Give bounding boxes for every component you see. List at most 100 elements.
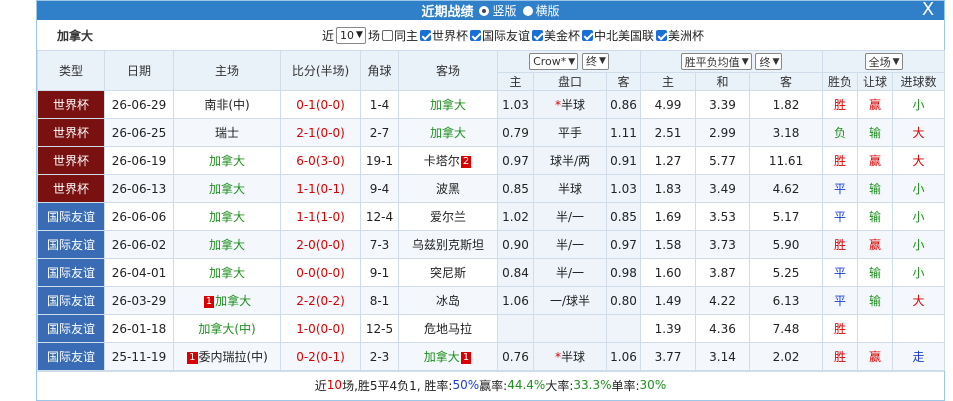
bookmaker-select[interactable]: Crow* ▼ xyxy=(529,53,579,71)
concacaf-nl-checkbox[interactable]: 中北美国联 xyxy=(582,27,654,44)
title-bar: 近期战绩 竖版 横版 X xyxy=(37,1,944,20)
avg-odds-stage-select[interactable]: 终 ▼ xyxy=(755,53,783,70)
copa-america-checkbox[interactable]: 美洲杯 xyxy=(656,27,704,44)
win-loss-result: 平 xyxy=(822,258,859,287)
table-row[interactable]: 国际友谊 26-04-01 加拿大 0-0(0-0) 9-1 突尼斯 0.84 半/一 0.98… xyxy=(37,258,946,287)
avg-away: 5.17 xyxy=(749,202,824,231)
away-team[interactable]: 加拿大 1 xyxy=(398,342,498,371)
handicap-result xyxy=(857,314,894,343)
checkbox-icon[interactable] xyxy=(582,29,594,41)
home-team[interactable]: 瑞士 xyxy=(173,118,281,147)
table-row[interactable]: 世界杯 26-06-13 加拿大 1-1(0-1) 9-4 波黑 0.85 半球 1.03 1.8… xyxy=(37,174,946,203)
checkbox-icon[interactable] xyxy=(469,29,481,41)
col-avg-away: 客 xyxy=(749,72,824,91)
match-score: 2-2(0-2) xyxy=(280,286,361,315)
asterisk-mark: * xyxy=(554,350,561,364)
away-team[interactable]: 波黑 xyxy=(398,174,498,203)
away-odds xyxy=(605,314,642,343)
horizontal-option[interactable]: 横版 xyxy=(522,2,560,19)
home-team[interactable]: 加拿大 xyxy=(173,230,281,259)
team-label: 加拿大 xyxy=(215,294,252,308)
away-odds: 1.03 xyxy=(605,174,642,203)
table-row[interactable]: 世界杯 26-06-29 南非(中) 0-1(0-0) 1-4 加拿大 1.03 *半球 0.8… xyxy=(37,90,946,119)
team-label: 加拿大 xyxy=(423,350,460,364)
corner-score: 2-3 xyxy=(360,342,399,371)
match-score: 0-2(0-1) xyxy=(280,342,361,371)
away-team[interactable]: 突尼斯 xyxy=(398,258,498,287)
match-date: 26-03-29 xyxy=(104,286,174,315)
home-team[interactable]: 加拿大(中) xyxy=(173,314,281,343)
match-score: 2-1(0-0) xyxy=(280,118,361,147)
home-odds: 0.97 xyxy=(497,146,534,175)
same-host-checkbox[interactable]: 同主 xyxy=(381,27,418,44)
match-count-select[interactable]: 10 ▼ xyxy=(336,26,366,44)
avg-draw: 5.77 xyxy=(695,146,751,175)
home-team[interactable]: 1 加拿大 xyxy=(173,286,281,315)
red-card-badge: 1 xyxy=(460,351,472,364)
period-select[interactable]: 全场 ▼ xyxy=(864,53,903,70)
table-row[interactable]: 国际友谊 25-11-19 1 委内瑞拉(中) 0-2(0-1) 2-3 加拿大 1 0.76 *… xyxy=(37,342,946,371)
checkbox-icon[interactable] xyxy=(656,29,668,41)
home-odds: 1.03 xyxy=(497,90,534,119)
table-row[interactable]: 国际友谊 26-01-18 加拿大(中) 1-0(0-0) 12-5 危地马拉 1.39 4.… xyxy=(37,314,946,343)
friendly-checkbox[interactable]: 国际友谊 xyxy=(469,27,530,44)
away-team[interactable]: 加拿大 xyxy=(398,118,498,147)
table-row[interactable]: 国际友谊 26-06-02 加拿大 2-0(0-0) 7-3 乌兹别克斯坦 0.90 半/一 0… xyxy=(37,230,946,259)
team-label: 加拿大(中) xyxy=(198,322,256,336)
corner-score: 19-1 xyxy=(360,146,399,175)
chevron-down-icon: ▼ xyxy=(741,56,749,67)
home-odds xyxy=(497,314,534,343)
match-date: 26-06-29 xyxy=(104,90,174,119)
win-loss-result: 平 xyxy=(822,286,859,315)
handicap-result: 输 xyxy=(857,118,894,147)
checkbox-icon[interactable] xyxy=(532,29,543,41)
win-loss-result: 负 xyxy=(822,118,859,147)
radio-vertical[interactable] xyxy=(479,5,490,16)
away-team[interactable]: 危地马拉 xyxy=(398,314,498,343)
handicap-line xyxy=(533,314,607,343)
avg-odds-select[interactable]: 胜平负均值 ▼ xyxy=(680,53,752,70)
away-team[interactable]: 加拿大 xyxy=(398,90,498,119)
team-label: 波黑 xyxy=(435,182,460,196)
home-team[interactable]: 加拿大 xyxy=(173,146,281,175)
competition-type: 世界杯 xyxy=(37,90,105,119)
away-team[interactable]: 乌兹别克斯坦 xyxy=(398,230,498,259)
checkbox-icon[interactable] xyxy=(381,29,393,41)
corner-score: 1-4 xyxy=(360,90,399,119)
avg-draw: 4.22 xyxy=(695,286,751,315)
away-team[interactable]: 爱尔兰 xyxy=(398,202,498,231)
vertical-option[interactable]: 竖版 xyxy=(479,2,517,19)
col-handicap: 盘口 xyxy=(533,72,607,91)
match-date: 26-06-19 xyxy=(104,146,174,175)
win-loss-result: 胜 xyxy=(822,314,859,343)
table-row[interactable]: 国际友谊 26-06-06 加拿大 1-1(1-0) 12-4 爱尔兰 1.02 半/一 0.8… xyxy=(37,202,946,231)
bookmaker-stage-select[interactable]: 终 ▼ xyxy=(582,52,609,70)
radio-horizontal[interactable] xyxy=(522,5,533,16)
handicap-result: 输 xyxy=(857,174,894,203)
corner-score: 7-3 xyxy=(360,230,399,259)
away-team[interactable]: 冰岛 xyxy=(398,286,498,315)
away-odds: 0.97 xyxy=(605,230,642,259)
away-team[interactable]: 卡塔尔 2 xyxy=(398,146,498,175)
checkbox-icon[interactable] xyxy=(419,29,431,41)
table-row[interactable]: 世界杯 26-06-19 加拿大 6-0(3-0) 19-1 卡塔尔 2 0.97 球半/两 0.… xyxy=(37,146,946,175)
team-name: 加拿大 xyxy=(57,28,94,43)
home-odds: 1.06 xyxy=(497,286,534,315)
col-type: 类型 xyxy=(37,50,105,91)
table-row[interactable]: 国际友谊 26-03-29 1 加拿大 2-2(0-2) 8-1 冰岛 1.06 一/球半 0.8… xyxy=(37,286,946,315)
records-body: 世界杯 26-06-29 南非(中) 0-1(0-0) 1-4 加拿大 1.03 *半球 0.8… xyxy=(37,90,946,371)
home-team[interactable]: 加拿大 xyxy=(173,202,281,231)
table-row[interactable]: 世界杯 26-06-25 瑞士 2-1(0-0) 2-7 加拿大 0.79 平手 1.11 2.5… xyxy=(37,118,946,147)
home-team[interactable]: 加拿大 xyxy=(173,258,281,287)
close-button[interactable]: X xyxy=(918,1,938,20)
col-goals: 进球数 xyxy=(892,72,946,91)
worldcup-checkbox[interactable]: 世界杯 xyxy=(419,27,468,44)
home-team[interactable]: 1 委内瑞拉(中) xyxy=(173,342,281,371)
gold-cup-checkbox[interactable]: 美金杯 xyxy=(532,27,580,44)
team-label: 加拿大 xyxy=(208,238,245,252)
home-team[interactable]: 南非(中) xyxy=(173,90,281,119)
corner-score: 12-4 xyxy=(360,202,399,231)
home-odds: 0.79 xyxy=(497,118,534,147)
home-team[interactable]: 加拿大 xyxy=(173,174,281,203)
chevron-down-icon: ▼ xyxy=(356,30,363,40)
